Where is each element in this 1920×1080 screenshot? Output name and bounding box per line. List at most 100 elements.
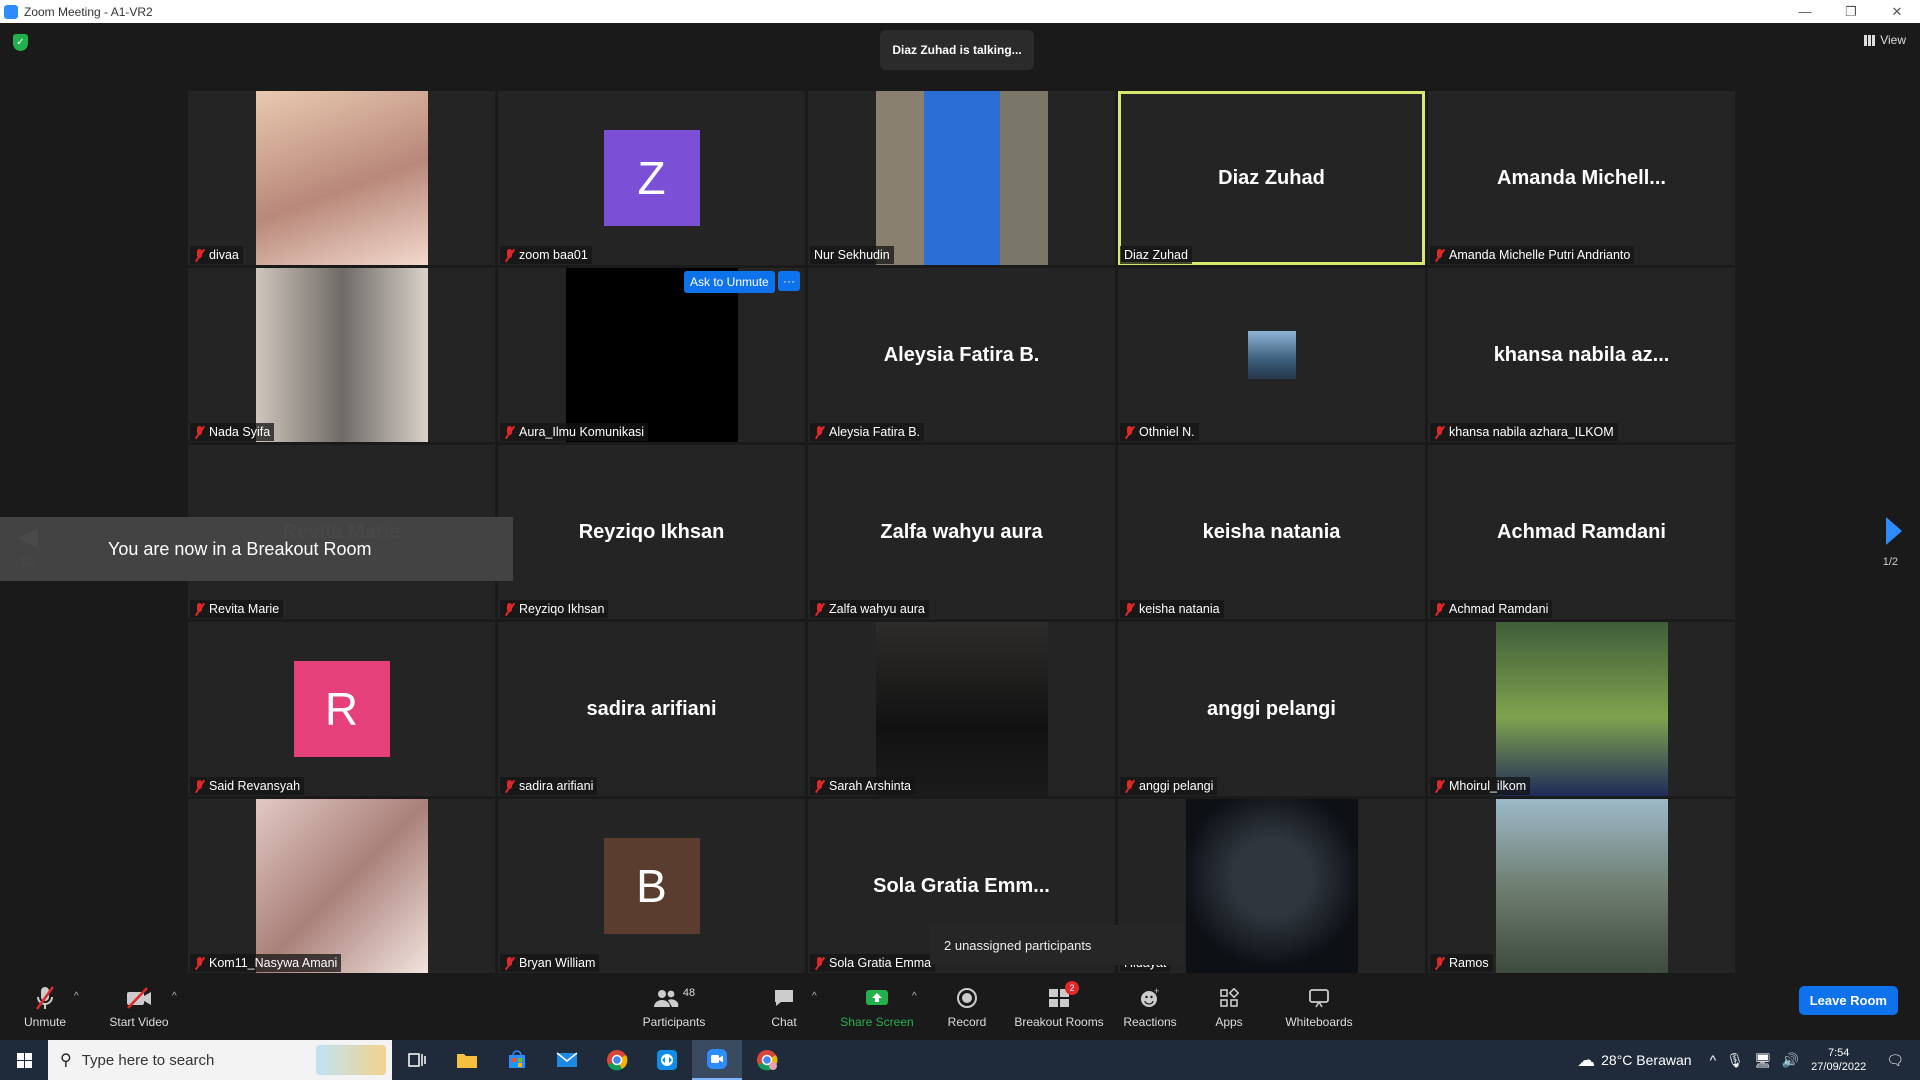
view-button[interactable]: View (1864, 33, 1906, 47)
participant-name: anggi pelangi (1139, 779, 1214, 793)
share-options-caret-icon[interactable]: ^ (912, 991, 917, 1002)
participant-name: Nur Sekhudin (814, 248, 890, 262)
search-highlight-image (316, 1045, 386, 1075)
participant-tile[interactable]: Sarah Arshinta (808, 622, 1115, 796)
task-view-icon[interactable] (392, 1040, 442, 1080)
participant-avatar: R (293, 661, 390, 757)
talking-indicator: Diaz Zuhad is talking... (880, 30, 1034, 70)
participant-tile[interactable]: Ask to Unmute ··· Aura_Ilmu Komunikasi (498, 268, 805, 442)
participant-name-tag: Aura_Ilmu Komunikasi (500, 423, 649, 441)
participant-tile[interactable]: Zzoom baa01 (498, 91, 805, 265)
weather-text[interactable]: 28°C Berawan (1601, 1052, 1691, 1068)
muted-mic-icon (194, 956, 205, 970)
mail-icon[interactable] (542, 1040, 592, 1080)
participant-tile[interactable]: B Bryan William (498, 799, 805, 973)
muted-mic-icon (504, 602, 515, 616)
chat-button[interactable]: Chat (760, 973, 808, 1040)
participant-tile[interactable]: R Said Revansyah (188, 622, 495, 796)
whiteboards-label: Whiteboards (1285, 1015, 1353, 1029)
participant-name-tag: Aleysia Fatira B. (810, 423, 925, 441)
leave-room-button[interactable]: Leave Room (1798, 986, 1898, 1015)
unassigned-participants-popup[interactable]: 2 unassigned participants (930, 925, 1184, 965)
chat-options-caret-icon[interactable]: ^ (812, 991, 817, 1002)
muted-mic-icon (1434, 425, 1445, 439)
volume-icon[interactable]: 🔊 (1782, 1052, 1799, 1069)
more-options-button[interactable]: ··· (778, 271, 800, 291)
participant-tile[interactable]: Mhoirul_ilkom (1428, 622, 1735, 796)
chrome-profile-icon[interactable] (742, 1040, 792, 1080)
participant-tile[interactable]: Zalfa wahyu aura Zalfa wahyu aura (808, 445, 1115, 619)
minimize-icon[interactable]: — (1782, 0, 1828, 23)
participant-tile[interactable]: Achmad Ramdani Achmad Ramdani (1428, 445, 1735, 619)
participant-name: Amanda Michelle Putri Andrianto (1449, 248, 1631, 262)
apps-button[interactable]: Apps (1208, 973, 1250, 1040)
participant-tile[interactable]: Ramos (1428, 799, 1735, 973)
microsoft-store-icon[interactable] (492, 1040, 542, 1080)
notifications-icon[interactable]: 🗨 (1886, 1052, 1904, 1069)
reactions-label: Reactions (1123, 1015, 1177, 1029)
participant-video (875, 622, 1048, 796)
participant-tile[interactable]: keisha natania keisha natania (1118, 445, 1425, 619)
muted-mic-icon (504, 956, 515, 970)
participants-icon: 48 (653, 984, 695, 1012)
audio-options-caret-icon[interactable]: ^ (74, 991, 79, 1002)
close-icon[interactable]: ✕ (1874, 0, 1920, 23)
start-video-button[interactable]: Start Video (104, 973, 174, 1040)
video-options-caret-icon[interactable]: ^ (172, 991, 177, 1002)
windows-taskbar: ⚲ Type here to search ☁ 28°C Berawan ^ 🎙… (0, 1040, 1920, 1080)
participant-tile[interactable]: sadira arifiani sadira arifiani (498, 622, 805, 796)
reactions-button[interactable]: + Reactions (1122, 973, 1178, 1040)
participant-tile[interactable]: Diaz Zuhad Diaz Zuhad (1118, 91, 1425, 265)
muted-mic-icon (1124, 602, 1135, 616)
muted-mic-icon (1434, 779, 1445, 793)
participant-name: Bryan William (519, 956, 596, 970)
participant-tile[interactable]: Reyziqo Ikhsan Reyziqo Ikhsan (498, 445, 805, 619)
muted-mic-icon (194, 779, 205, 793)
participant-name-tag: sadira arifiani (500, 777, 598, 795)
taskbar-search-input[interactable]: ⚲ Type here to search (48, 1040, 392, 1080)
participant-tile[interactable]: Othniel N. (1118, 268, 1425, 442)
file-explorer-icon[interactable] (442, 1040, 492, 1080)
participant-name-tag: Othniel N. (1120, 423, 1199, 441)
participants-button[interactable]: 48 Participants (640, 973, 708, 1040)
participant-tile[interactable]: divaa (188, 91, 495, 265)
weather-icon: ☁ (1577, 1049, 1596, 1070)
breakout-rooms-button[interactable]: 2 Breakout Rooms (1013, 973, 1105, 1040)
unmute-button[interactable]: Unmute (18, 973, 72, 1040)
participant-name-tag: Said Revansyah (190, 777, 305, 795)
chrome-icon[interactable] (592, 1040, 642, 1080)
network-icon[interactable]: 🖥 (1754, 1052, 1772, 1069)
participant-avatar: Z (603, 130, 700, 226)
zoom-window: Zoom Meeting - A1-VR2 — ❐ ✕ ✓ Diaz Zuhad… (0, 0, 1920, 1080)
record-button[interactable]: Record (942, 973, 992, 1040)
ask-to-unmute-button[interactable]: Ask to Unmute (684, 271, 775, 293)
microphone-tray-icon[interactable]: 🎙 (1726, 1052, 1744, 1069)
participant-tile[interactable]: khansa nabila az... khansa nabila azhara_… (1428, 268, 1735, 442)
participant-tile[interactable]: anggi pelangi anggi pelangi (1118, 622, 1425, 796)
participant-tile[interactable]: Kom11_Nasywa Amani (188, 799, 495, 973)
participant-video (1495, 799, 1668, 973)
video-off-icon (125, 984, 153, 1012)
participant-tile[interactable]: Nada Syifa (188, 268, 495, 442)
tray-chevron-icon[interactable]: ^ (1710, 1052, 1717, 1068)
restore-icon[interactable]: ❐ (1828, 0, 1874, 23)
muted-mic-icon (34, 984, 56, 1012)
participant-name: Aleysia Fatira B. (829, 425, 921, 439)
participant-display-name: Achmad Ramdani (1497, 520, 1666, 543)
reactions-icon: + (1139, 984, 1161, 1012)
participant-name: Ramos (1449, 956, 1489, 970)
participant-tile[interactable]: Nur Sekhudin (808, 91, 1115, 265)
participant-tile[interactable]: Amanda Michell... Amanda Michelle Putri A… (1428, 91, 1735, 265)
participant-tile[interactable]: Aleysia Fatira B. Aleysia Fatira B. (808, 268, 1115, 442)
teamviewer-icon[interactable] (642, 1040, 692, 1080)
windows-start-icon[interactable] (0, 1040, 48, 1080)
share-screen-button[interactable]: Share Screen (840, 973, 914, 1040)
taskbar-clock[interactable]: 7:54 27/09/2022 (1811, 1046, 1866, 1074)
encryption-shield-icon[interactable]: ✓ (13, 34, 28, 51)
zoom-taskbar-icon[interactable] (692, 1040, 742, 1080)
participant-display-name: keisha natania (1202, 520, 1341, 543)
participant-name: Achmad Ramdani (1449, 602, 1549, 616)
participant-name: Zalfa wahyu aura (829, 602, 925, 616)
next-page-icon[interactable] (1886, 517, 1902, 545)
whiteboards-button[interactable]: Whiteboards (1282, 973, 1356, 1040)
